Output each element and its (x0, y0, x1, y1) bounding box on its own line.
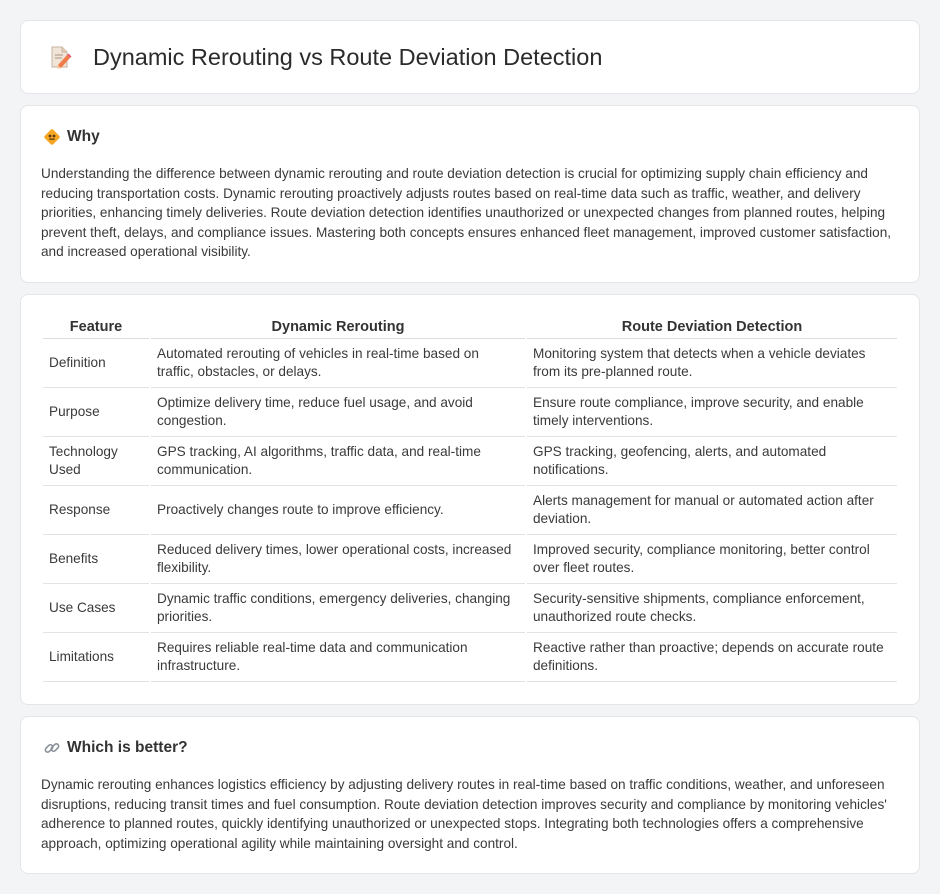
which-is-better-title: Which is better? (67, 739, 188, 756)
why-title: Why (67, 128, 100, 145)
route-deviation-cell: Reactive rather than proactive; depends … (527, 633, 897, 682)
table-row: Limitations Requires reliable real-time … (43, 633, 897, 682)
link-icon (43, 739, 61, 757)
dynamic-rerouting-cell: Proactively changes route to improve eff… (151, 486, 525, 535)
dynamic-rerouting-cell: Optimize delivery time, reduce fuel usag… (151, 388, 525, 437)
header-dynamic-rerouting: Dynamic Rerouting (151, 315, 525, 339)
dynamic-rerouting-cell: Automated rerouting of vehicles in real-… (151, 339, 525, 388)
dynamic-rerouting-cell: Requires reliable real-time data and com… (151, 633, 525, 682)
dynamic-rerouting-cell: Reduced delivery times, lower operationa… (151, 535, 525, 584)
feature-cell: Benefits (43, 535, 149, 584)
feature-cell: Purpose (43, 388, 149, 437)
table-header-row: Feature Dynamic Rerouting Route Deviatio… (43, 315, 897, 339)
feature-cell: Definition (43, 339, 149, 388)
comparison-section: Feature Dynamic Rerouting Route Deviatio… (20, 294, 920, 705)
feature-cell: Use Cases (43, 584, 149, 633)
route-deviation-cell: Security-sensitive shipments, compliance… (527, 584, 897, 633)
document-pencil-icon (47, 44, 73, 70)
table-row: Use Cases Dynamic traffic conditions, em… (43, 584, 897, 633)
header-route-deviation-detection: Route Deviation Detection (527, 315, 897, 339)
dynamic-rerouting-cell: Dynamic traffic conditions, emergency de… (151, 584, 525, 633)
why-section: Why Understanding the difference between… (20, 105, 920, 283)
header-feature: Feature (43, 315, 149, 339)
route-deviation-cell: Improved security, compliance monitoring… (527, 535, 897, 584)
feature-cell: Limitations (43, 633, 149, 682)
feature-cell: Technology Used (43, 437, 149, 486)
which-is-better-text: Dynamic rerouting enhances logistics eff… (41, 777, 887, 851)
diamond-sign-icon (43, 128, 61, 146)
comparison-table: Feature Dynamic Rerouting Route Deviatio… (41, 315, 899, 682)
table-row: Technology Used GPS tracking, AI algorit… (43, 437, 897, 486)
title-card: Dynamic Rerouting vs Route Deviation Det… (20, 20, 920, 94)
which-is-better-section: Which is better? Dynamic rerouting enhan… (20, 716, 920, 874)
route-deviation-cell: GPS tracking, geofencing, alerts, and au… (527, 437, 897, 486)
page-title: Dynamic Rerouting vs Route Deviation Det… (93, 43, 603, 70)
route-deviation-cell: Alerts management for manual or automate… (527, 486, 897, 535)
why-text: Understanding the difference between dyn… (41, 166, 892, 260)
table-row: Response Proactively changes route to im… (43, 486, 897, 535)
route-deviation-cell: Ensure route compliance, improve securit… (527, 388, 897, 437)
table-row: Purpose Optimize delivery time, reduce f… (43, 388, 897, 437)
dynamic-rerouting-cell: GPS tracking, AI algorithms, traffic dat… (151, 437, 525, 486)
feature-cell: Response (43, 486, 149, 535)
route-deviation-cell: Monitoring system that detects when a ve… (527, 339, 897, 388)
table-row: Definition Automated rerouting of vehicl… (43, 339, 897, 388)
table-row: Benefits Reduced delivery times, lower o… (43, 535, 897, 584)
